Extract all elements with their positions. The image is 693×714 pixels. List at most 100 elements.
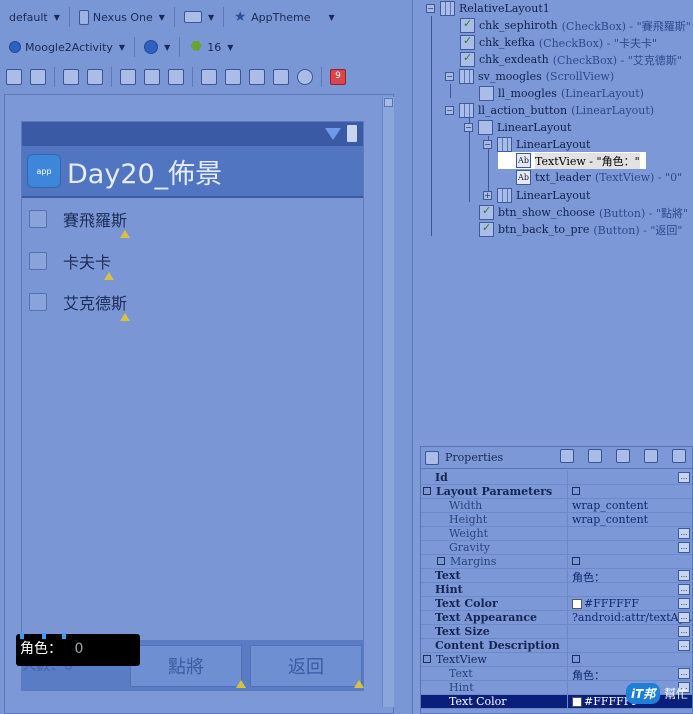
activity-dropdown[interactable]: Moogle2Activity ▼	[6, 36, 128, 58]
emulate-size-icon[interactable]	[201, 69, 217, 85]
toolbar-separator	[134, 37, 136, 57]
tree-node-relativelayout[interactable]: − RelativeLayout1	[426, 0, 550, 17]
prop-row-id[interactable]: Id ...	[421, 471, 692, 485]
textview-icon: Ab	[516, 153, 531, 168]
prop-row-width[interactable]: Width wrap_content	[421, 499, 692, 513]
expand-all-icon[interactable]	[644, 449, 658, 463]
tree-node-linearlayout-2[interactable]: + LinearLayout	[483, 187, 590, 204]
align-icon[interactable]	[120, 69, 136, 85]
prop-row-textview-group[interactable]: TextView	[421, 653, 692, 667]
toggle-vertical-icon[interactable]	[6, 69, 22, 85]
error-badge[interactable]: 9	[330, 69, 346, 85]
ellipsis-icon[interactable]: ...	[678, 472, 690, 483]
checkbox-kefka[interactable]: 卡夫卡	[29, 246, 111, 276]
zoom-fit-icon[interactable]	[297, 69, 313, 85]
selected-textview[interactable]: 角色： 0	[16, 633, 140, 666]
warning-icon	[120, 313, 130, 321]
ellipsis-icon[interactable]: ...	[678, 626, 690, 637]
config-dropdown[interactable]: default ▼	[6, 6, 63, 28]
selection-handle[interactable]	[42, 633, 46, 639]
tree-node-txt-leader[interactable]: Ab txt_leader (TextView) - "0"	[516, 169, 682, 186]
collapse-icon[interactable]	[423, 487, 431, 495]
show-choose-button[interactable]: 點將	[130, 645, 242, 687]
prop-row-gravity[interactable]: Gravity ...	[421, 541, 692, 555]
checkbox-box[interactable]	[29, 293, 47, 311]
selection-handle[interactable]	[62, 633, 66, 639]
zoom-in-icon[interactable]	[273, 69, 289, 85]
config-label: default	[9, 10, 48, 24]
ellipsis-icon[interactable]: ...	[678, 542, 690, 553]
collapse-icon[interactable]: −	[426, 4, 435, 13]
collapse-icon[interactable]: −	[445, 72, 454, 81]
fill-height-icon[interactable]	[87, 69, 103, 85]
orientation-icon	[183, 11, 202, 23]
scroll-up-icon[interactable]	[384, 98, 393, 107]
expand-icon[interactable]	[437, 557, 445, 565]
tree-node-chk-exdeath[interactable]: chk_exdeath (CheckBox) - "艾克德斯"	[460, 51, 682, 68]
back-button[interactable]: 返回	[250, 645, 362, 687]
device-dropdown[interactable]: Nexus One ▼	[76, 6, 168, 28]
prop-row-layout-params[interactable]: Layout Parameters	[421, 485, 692, 499]
canvas-vertical-scrollbar[interactable]	[382, 97, 394, 707]
tree-node-linearlayout[interactable]: − LinearLayout	[464, 119, 571, 136]
ellipsis-icon[interactable]: ...	[678, 668, 690, 679]
prop-row-hint[interactable]: Hint ...	[421, 583, 692, 597]
chevron-down-icon: ▼	[328, 12, 335, 22]
tree-node-ll-action-button[interactable]: − ll_action_button (LinearLayout)	[445, 102, 654, 119]
fill-width-icon[interactable]	[63, 69, 79, 85]
collapse-icon[interactable]	[423, 655, 431, 663]
prop-row-text-size[interactable]: Text Size ...	[421, 625, 692, 639]
sort-az-icon[interactable]	[588, 449, 602, 463]
ellipsis-icon[interactable]: ...	[678, 528, 690, 539]
tree-node-textview-role[interactable]: Ab TextView - "角色："	[498, 152, 646, 169]
resize-icon[interactable]	[168, 69, 184, 85]
prop-row-text-appearance[interactable]: Text Appearance ?android:attr/textAp....…	[421, 611, 692, 625]
activity-icon	[9, 41, 21, 53]
tree-node-ll-moogles[interactable]: ll_moogles (LinearLayout)	[479, 85, 644, 102]
tree-node-btn-show-choose[interactable]: btn_show_choose (Button) - "點將"	[479, 204, 688, 221]
ellipsis-icon[interactable]: ...	[678, 640, 690, 651]
collapse-icon[interactable]: −	[464, 123, 473, 132]
device-preview[interactable]: app Day20_佈景 賽飛羅斯 卡夫卡 艾克德斯 點將 返回 人數：0 角色…	[16, 121, 364, 691]
tree-node-linearlayout-inner[interactable]: − LinearLayout	[483, 136, 590, 153]
prop-row-text[interactable]: Text 角色：...	[421, 569, 692, 583]
design-canvas[interactable]: app Day20_佈景 賽飛羅斯 卡夫卡 艾克德斯 點將 返回 人數：0 角色…	[4, 94, 394, 714]
prop-row-text-color[interactable]: Text Color #FFFFFF...	[421, 597, 692, 611]
outline-view: − RelativeLayout1 chk_sephiroth (CheckBo…	[414, 0, 693, 440]
tree-node-btn-back[interactable]: btn_back_to_pre (Button) - "返回"	[479, 221, 682, 238]
checkbox-label: 賽飛羅斯	[63, 211, 128, 230]
zoom-out-icon[interactable]	[249, 69, 265, 85]
tree-node-chk-kefka[interactable]: chk_kefka (CheckBox) - "卡夫卡"	[460, 34, 657, 51]
tree-node-sv-moogles[interactable]: − sv_moogles (ScrollView)	[445, 68, 614, 85]
device-status-bar	[22, 122, 363, 146]
theme-dropdown[interactable]: ★ AppTheme ▼	[230, 6, 338, 28]
collapse-all-icon[interactable]	[672, 449, 686, 463]
prop-row-margins[interactable]: Margins	[421, 555, 692, 569]
checkbox-box[interactable]	[29, 252, 47, 270]
filter-icon[interactable]	[616, 449, 630, 463]
api-level-dropdown[interactable]: ⬣ 16 ▼	[186, 36, 236, 58]
checkbox-sephiroth[interactable]: 賽飛羅斯	[29, 204, 127, 234]
prop-row-textview-text[interactable]: Text 角色：...	[421, 667, 692, 681]
ellipsis-icon[interactable]: ...	[678, 598, 690, 609]
tree-node-chk-sephiroth[interactable]: chk_sephiroth (CheckBox) - "賽飛羅斯"	[460, 17, 691, 34]
locale-dropdown[interactable]: ▼	[141, 36, 173, 58]
collapse-icon[interactable]: −	[445, 106, 454, 115]
ellipsis-icon[interactable]: ...	[678, 570, 690, 581]
selection-handle[interactable]	[20, 633, 24, 639]
toggle-horizontal-icon[interactable]	[30, 69, 46, 85]
orientation-dropdown[interactable]: ▼	[181, 6, 217, 28]
checkbox-box[interactable]	[29, 210, 47, 228]
ellipsis-icon[interactable]: ...	[678, 584, 690, 595]
expand-icon[interactable]: +	[483, 191, 492, 200]
actual-size-icon[interactable]	[225, 69, 241, 85]
collapse-icon[interactable]: −	[483, 140, 492, 149]
prop-row-weight[interactable]: Weight ...	[421, 527, 692, 541]
checkbox-exdeath[interactable]: 艾克德斯	[29, 287, 127, 317]
show-categories-icon[interactable]	[560, 449, 574, 463]
battery-icon	[347, 125, 357, 142]
ellipsis-icon[interactable]: ...	[678, 612, 690, 623]
prop-row-content-description[interactable]: Content Description ...	[421, 639, 692, 653]
grid-icon[interactable]	[144, 69, 160, 85]
prop-row-height[interactable]: Height wrap_content	[421, 513, 692, 527]
